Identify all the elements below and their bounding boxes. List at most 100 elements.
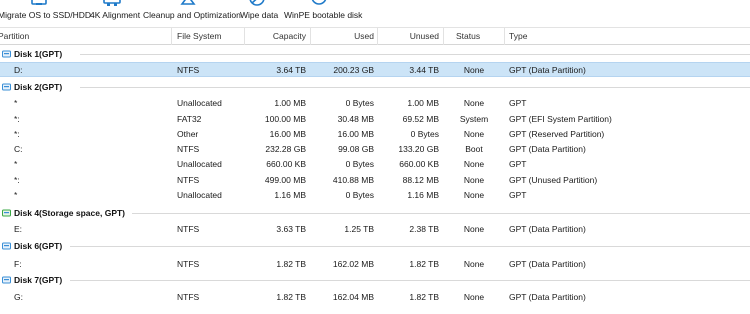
partition-fs: NTFS: [177, 224, 200, 234]
4k-alignment-button[interactable]: 4K Alignment: [88, 0, 141, 26]
partition-fs: NTFS: [177, 175, 200, 185]
partition-capacity: 499.00 MB: [264, 175, 306, 185]
partition-row[interactable]: F: NTFS 1.82 TB 162.02 MB 1.82 TB None G…: [0, 257, 750, 272]
partition-type: GPT (Data Partition): [509, 224, 586, 234]
partition-name: F:: [14, 259, 22, 269]
column-divider[interactable]: [377, 28, 378, 45]
column-divider[interactable]: [171, 28, 172, 45]
partition-name: C:: [14, 144, 23, 154]
partition-capacity: 3.63 TB: [276, 224, 306, 234]
partition-row[interactable]: C: NTFS 232.28 GB 99.08 GB 133.20 GB Boo…: [0, 142, 750, 157]
partition-name: *: [14, 190, 18, 200]
migrate-os-icon: [31, 0, 47, 5]
partition-capacity: 1.82 TB: [276, 292, 306, 302]
partition-fs: NTFS: [177, 292, 200, 302]
partition-capacity: 1.82 TB: [276, 259, 306, 269]
partition-used: 200.23 GB: [333, 65, 374, 75]
partition-unused: 2.38 TB: [409, 224, 439, 234]
winpe-button[interactable]: WinPE bootable disk: [282, 0, 362, 26]
partition-fs: NTFS: [177, 259, 200, 269]
partition-used: 0 Bytes: [345, 98, 374, 108]
column-divider[interactable]: [504, 28, 505, 45]
disk-icon: [2, 50, 11, 58]
partition-row[interactable]: D: NTFS 3.64 TB 200.23 GB 3.44 TB None G…: [0, 62, 750, 77]
disk-header[interactable]: Disk 4(Storage space, GPT): [0, 206, 750, 220]
disk-header[interactable]: Disk 7(GPT): [0, 273, 750, 287]
disk-separator: [80, 87, 750, 88]
partition-type: GPT (Data Partition): [509, 65, 586, 75]
disk-name: Disk 7(GPT): [14, 275, 63, 285]
column-unused[interactable]: Unused: [379, 28, 439, 45]
partition-used: 1.25 TB: [344, 224, 374, 234]
disk-icon: [2, 83, 11, 91]
migrate-os-button[interactable]: Migrate OS to SSD/HDD: [0, 0, 91, 26]
column-partition[interactable]: Partition: [0, 28, 29, 45]
partition-name: *:: [14, 175, 20, 185]
partition-row[interactable]: E: NTFS 3.63 TB 1.25 TB 2.38 TB None GPT…: [0, 222, 750, 237]
cleanup-button[interactable]: Cleanup and Optimization: [142, 0, 241, 26]
partition-status: None: [463, 224, 485, 234]
partition-row[interactable]: * Unallocated 660.00 KB 0 Bytes 660.00 K…: [0, 157, 750, 172]
disk-header[interactable]: Disk 1(GPT): [0, 47, 750, 61]
partition-fs: NTFS: [177, 144, 200, 154]
partition-unused: 88.12 MB: [402, 175, 439, 185]
wipe-data-icon: [249, 0, 265, 6]
partition-name: G:: [14, 292, 23, 302]
column-capacity[interactable]: Capacity: [246, 28, 306, 45]
disk-name: Disk 6(GPT): [14, 241, 63, 251]
partition-used: 162.02 MB: [332, 259, 374, 269]
disk-icon: [2, 276, 11, 284]
partition-fs: Unallocated: [177, 98, 222, 108]
column-divider[interactable]: [310, 28, 311, 45]
partition-row[interactable]: *: Other 16.00 MB 16.00 MB 0 Bytes None …: [0, 127, 750, 142]
wipe-data-button[interactable]: Wipe data: [238, 0, 278, 26]
partition-used: 410.88 MB: [332, 175, 374, 185]
partition-type: GPT (Data Partition): [509, 259, 586, 269]
partition-unused: 69.52 MB: [402, 114, 439, 124]
column-divider[interactable]: [443, 28, 444, 45]
partition-capacity: 100.00 MB: [264, 114, 306, 124]
partition-status: System: [459, 114, 489, 124]
column-type[interactable]: Type: [509, 28, 527, 45]
partition-name: *:: [14, 129, 20, 139]
partition-row[interactable]: *: NTFS 499.00 MB 410.88 MB 88.12 MB Non…: [0, 173, 750, 188]
partition-status: None: [463, 175, 485, 185]
disk-separator: [70, 246, 750, 247]
column-used[interactable]: Used: [312, 28, 374, 45]
disk-name: Disk 1(GPT): [14, 49, 63, 59]
4k-alignment-icon: [103, 0, 121, 6]
partition-used: 99.08 GB: [338, 144, 374, 154]
disk-header[interactable]: Disk 6(GPT): [0, 239, 750, 253]
partition-name: E:: [14, 224, 23, 234]
column-file-system[interactable]: File System: [177, 28, 221, 45]
toolbar: Migrate OS to SSD/HDD 4K Alignment Clean…: [0, 0, 750, 26]
partition-used: 0 Bytes: [345, 159, 374, 169]
partition-capacity: 1.16 MB: [274, 190, 306, 200]
partition-row[interactable]: * Unallocated 1.16 MB 0 Bytes 1.16 MB No…: [0, 188, 750, 203]
partition-unused: 660.00 KB: [399, 159, 439, 169]
partition-unused: 133.20 GB: [398, 144, 439, 154]
column-status[interactable]: Status: [456, 28, 480, 45]
migrate-os-label: Migrate OS to SSD/HDD: [0, 10, 92, 20]
partition-fs: NTFS: [177, 65, 200, 75]
partition-used: 162.04 MB: [332, 292, 374, 302]
disk-header[interactable]: Disk 2(GPT): [0, 80, 750, 94]
partition-status: Boot: [465, 144, 483, 154]
partition-fs: Unallocated: [177, 159, 222, 169]
partition-status: None: [463, 159, 485, 169]
partition-type: GPT (Unused Partition): [509, 175, 598, 185]
partition-unused: 3.44 TB: [409, 65, 439, 75]
partition-status: None: [463, 190, 485, 200]
partition-row[interactable]: *: FAT32 100.00 MB 30.48 MB 69.52 MB Sys…: [0, 112, 750, 127]
partition-used: 30.48 MB: [337, 114, 374, 124]
column-divider[interactable]: [244, 28, 245, 45]
partition-row[interactable]: G: NTFS 1.82 TB 162.04 MB 1.82 TB None G…: [0, 290, 750, 305]
partition-unused: 1.82 TB: [409, 259, 439, 269]
4k-alignment-label: 4K Alignment: [90, 10, 141, 20]
partition-capacity: 16.00 MB: [269, 129, 306, 139]
cleanup-icon: [180, 0, 196, 5]
disk-separator: [132, 213, 750, 214]
partition-type: GPT: [509, 190, 527, 200]
partition-row[interactable]: * Unallocated 1.00 MB 0 Bytes 1.00 MB No…: [0, 96, 750, 111]
partition-type: GPT (EFI System Partition): [509, 114, 612, 124]
